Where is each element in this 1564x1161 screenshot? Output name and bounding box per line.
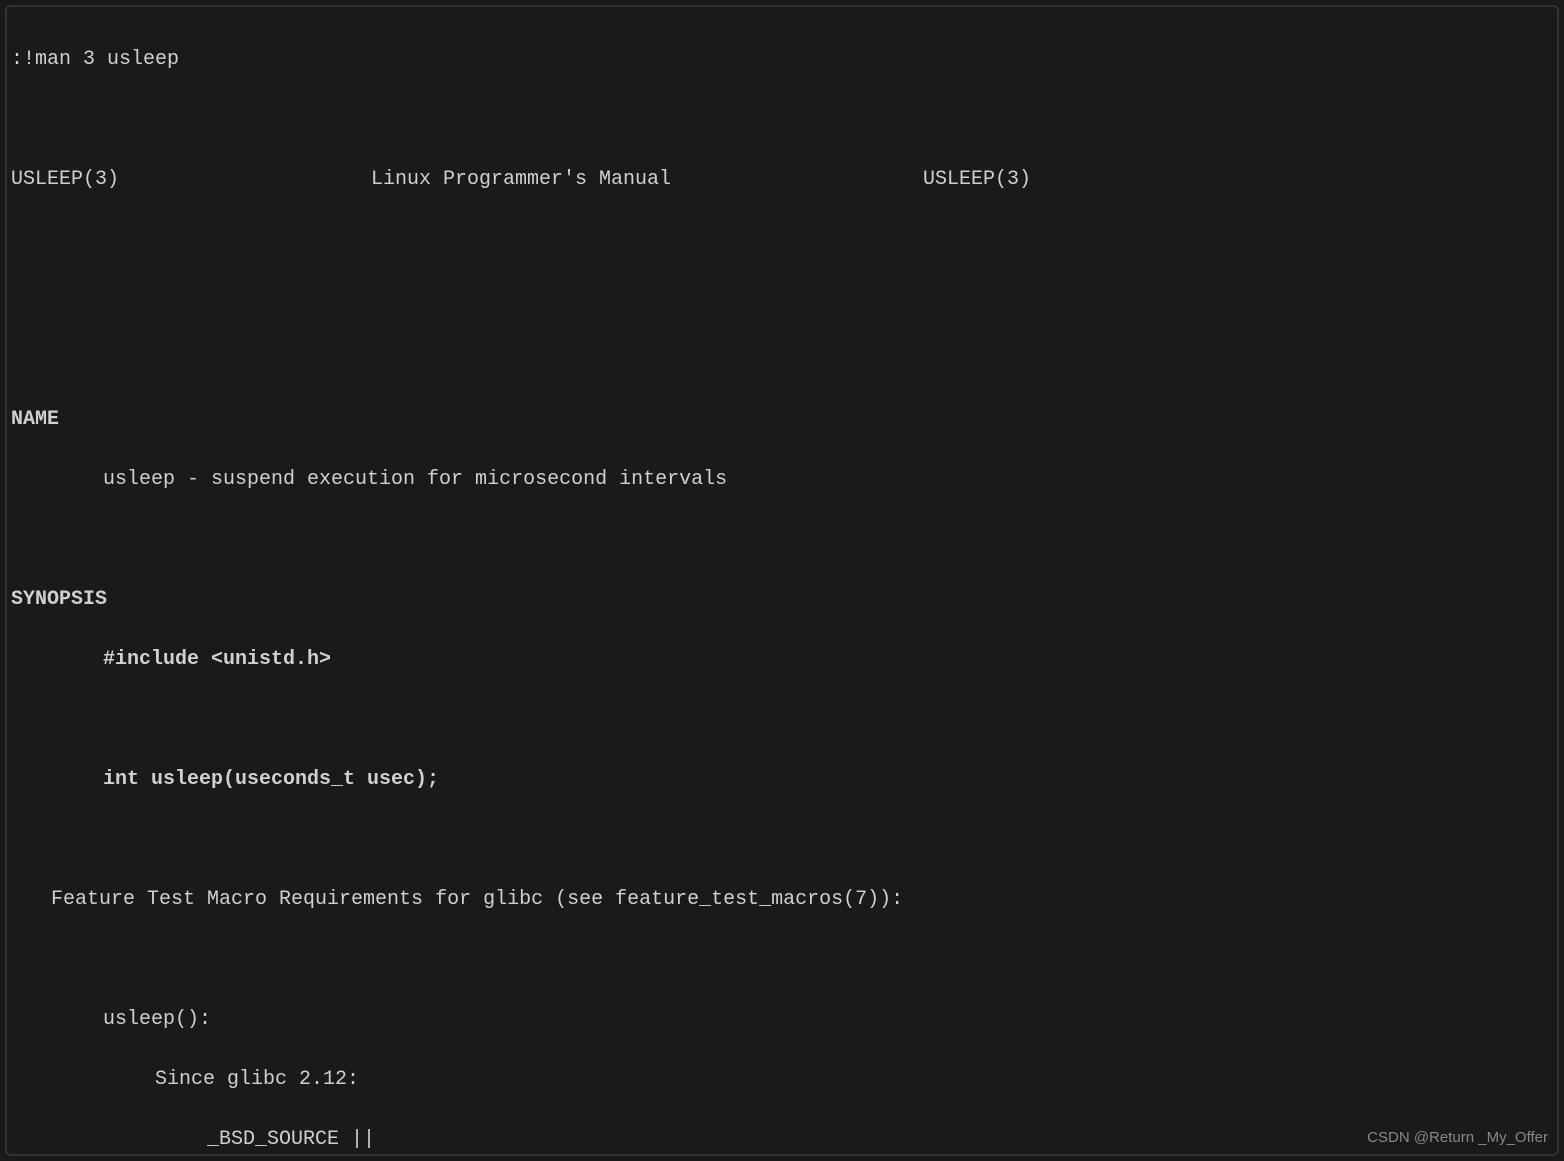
csdn-watermark: CSDN @Return _My_Offer [1367, 1127, 1548, 1150]
name-content: usleep - suspend execution for microseco… [11, 465, 1553, 495]
macro-line-1: _BSD_SOURCE || [11, 1125, 1553, 1155]
section-synopsis-heading: SYNOPSIS [11, 585, 1553, 615]
feature-test-intro: Feature Test Macro Requirements for glib… [11, 885, 1553, 915]
since-label: Since glibc 2.12: [11, 1065, 1553, 1095]
header-left: USLEEP(3) [11, 165, 119, 195]
synopsis-signature: int usleep(useconds_t usec); [11, 765, 1553, 795]
func-name: usleep(): [11, 1005, 1553, 1035]
header-right: USLEEP(3) [923, 165, 1031, 195]
synopsis-include: #include <unistd.h> [11, 645, 1553, 675]
terminal-window[interactable]: :!man 3 usleep USLEEP(3) Linux Programmer… [5, 5, 1559, 1156]
section-name-heading: NAME [11, 405, 1553, 435]
header-center: Linux Programmer's Manual [371, 165, 671, 195]
man-page-header: USLEEP(3) Linux Programmer's Manual USLEEP… [11, 165, 1031, 195]
command-line: :!man 3 usleep [11, 45, 1553, 75]
